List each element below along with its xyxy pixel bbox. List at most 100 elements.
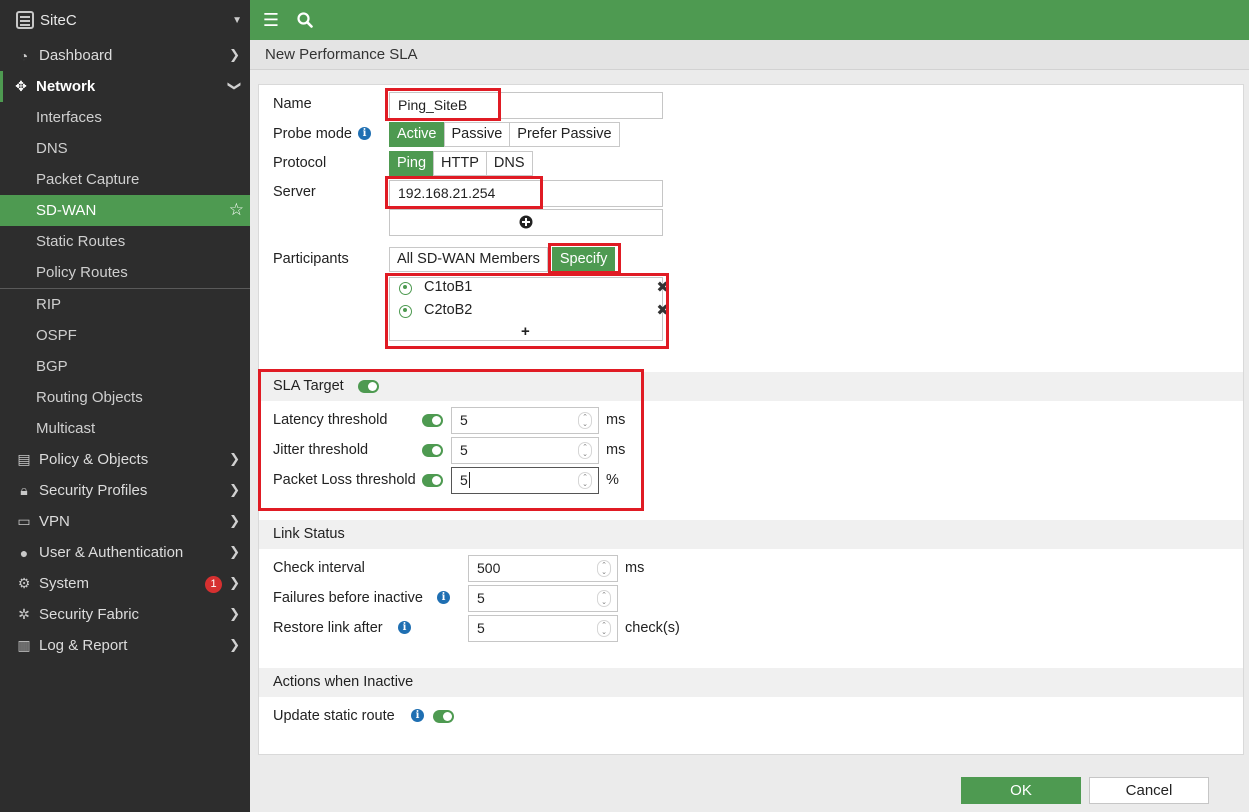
nav-label: User & Authentication xyxy=(39,544,184,561)
nav-label: Static Routes xyxy=(36,233,126,250)
nav-routing-objects[interactable]: Routing Objects xyxy=(0,382,250,413)
nav-dashboard[interactable]: ◔ Dashboard ❯ xyxy=(0,40,250,71)
nav-static-routes[interactable]: Static Routes xyxy=(0,226,250,257)
chevron-right-icon: ❯ xyxy=(229,47,240,62)
nav-rip[interactable]: RIP xyxy=(0,289,250,320)
page-title: New Performance SLA xyxy=(250,40,1249,70)
plus-circle-icon xyxy=(519,215,533,229)
nav-vpn[interactable]: ▭ VPN ❯ xyxy=(0,506,250,537)
device-icon xyxy=(16,11,34,29)
failures-value: 5 xyxy=(477,590,485,606)
nav-label: BGP xyxy=(36,358,68,375)
chevron-right-icon: ❯ xyxy=(229,637,240,652)
nav-label: DNS xyxy=(36,140,68,157)
nav-label: Network xyxy=(36,78,96,95)
nav-user-auth[interactable]: ● User & Authentication ❯ xyxy=(0,537,250,568)
nav-sd-wan[interactable]: SD-WAN ☆ xyxy=(0,195,250,226)
check-interval-input[interactable]: 500 ⌃ ⌄ xyxy=(468,555,618,582)
protocol-selector: Ping HTTP DNS xyxy=(389,151,533,176)
nav-policy-routes[interactable]: Policy Routes xyxy=(0,257,250,288)
info-icon[interactable]: i xyxy=(411,709,424,722)
probe-mode-active[interactable]: Active xyxy=(389,122,445,147)
search-icon[interactable] xyxy=(288,0,322,40)
participants-label: Participants xyxy=(273,251,349,267)
nav-bgp[interactable]: BGP xyxy=(0,351,250,382)
nav-dns[interactable]: DNS xyxy=(0,133,250,164)
nav-interfaces[interactable]: Interfaces xyxy=(0,102,250,133)
network-icon: ✥ xyxy=(15,78,27,94)
nav-system[interactable]: ⚙ System 1 ❯ xyxy=(0,568,250,599)
restore-input[interactable]: 5 ⌃ ⌄ xyxy=(468,615,618,642)
nav-label: Dashboard xyxy=(39,47,113,64)
link-status-header: Link Status xyxy=(259,520,1243,549)
caret-down-icon: ▼ xyxy=(232,14,242,26)
ok-button[interactable]: OK xyxy=(961,777,1081,804)
probe-mode-passive[interactable]: Passive xyxy=(443,122,511,147)
actions-header: Actions when Inactive xyxy=(259,668,1243,697)
nav-label: System xyxy=(39,575,90,592)
sidebar: SiteC ▼ ◔ Dashboard ❯ ✥ Network ❯ Interf… xyxy=(0,0,250,812)
failures-label: Failures before inactive xyxy=(273,590,423,606)
info-icon[interactable]: i xyxy=(398,621,411,634)
star-icon[interactable]: ☆ xyxy=(229,200,244,220)
nav-multicast[interactable]: Multicast xyxy=(0,413,250,444)
nav-label: Security Profiles xyxy=(39,482,148,499)
nav-label: Policy Routes xyxy=(36,264,128,281)
chevron-right-icon: ❯ xyxy=(229,451,240,466)
highlight-box xyxy=(548,243,621,274)
nav-security-fabric[interactable]: ✲ Security Fabric ❯ xyxy=(0,599,250,630)
nav-label: OSPF xyxy=(36,327,77,344)
restore-unit: check(s) xyxy=(625,620,680,636)
fabric-icon: ✲ xyxy=(18,606,30,622)
nav-ospf[interactable]: OSPF xyxy=(0,320,250,351)
nav-policy-objects[interactable]: ▤ Policy & Objects ❯ xyxy=(0,444,250,475)
chevron-right-icon: ❯ xyxy=(229,575,240,590)
chevron-right-icon: ❯ xyxy=(229,482,240,497)
user-icon: ● xyxy=(19,544,29,561)
policy-icon: ▤ xyxy=(17,451,31,467)
protocol-ping[interactable]: Ping xyxy=(389,151,435,176)
spinner-icon[interactable]: ⌃ ⌄ xyxy=(597,560,611,577)
chevron-right-icon: ❯ xyxy=(229,513,240,528)
gear-icon: ⚙ xyxy=(17,575,31,591)
probe-mode-label: Probe mode xyxy=(273,126,352,142)
spinner-icon[interactable]: ⌃ ⌄ xyxy=(597,590,611,607)
failures-input[interactable]: 5 ⌃ ⌄ xyxy=(468,585,618,612)
protocol-http[interactable]: HTTP xyxy=(433,151,487,176)
protocol-label: Protocol xyxy=(273,155,327,171)
update-route-toggle[interactable] xyxy=(433,710,454,723)
lock-icon: 🔒︎ xyxy=(20,482,28,498)
link-status-title: Link Status xyxy=(273,526,345,542)
device-selector[interactable]: SiteC ▼ xyxy=(0,0,250,40)
add-server-button[interactable] xyxy=(389,209,663,236)
info-icon[interactable]: i xyxy=(437,591,450,604)
laptop-icon: ▭ xyxy=(17,513,31,529)
nav-label: RIP xyxy=(36,296,62,313)
highlight-box xyxy=(258,369,644,511)
nav-network[interactable]: ✥ Network ❯ xyxy=(0,71,250,102)
device-name: SiteC xyxy=(40,11,77,29)
participants-all[interactable]: All SD-WAN Members xyxy=(389,247,548,272)
check-interval-value: 500 xyxy=(477,560,501,576)
check-interval-unit: ms xyxy=(625,560,645,576)
name-label: Name xyxy=(273,96,312,112)
notification-badge: 1 xyxy=(205,576,222,593)
cancel-button[interactable]: Cancel xyxy=(1089,777,1209,804)
dashboard-icon: ◔ xyxy=(19,47,29,64)
chevron-down-icon: ❯ xyxy=(227,80,243,92)
menu-icon[interactable]: ☰ xyxy=(254,0,288,40)
nav-security-profiles[interactable]: 🔒︎ Security Profiles ❯ xyxy=(0,475,250,506)
spinner-icon[interactable]: ⌃ ⌄ xyxy=(597,620,611,637)
protocol-dns[interactable]: DNS xyxy=(485,151,533,176)
probe-mode-prefer-passive[interactable]: Prefer Passive xyxy=(509,122,620,147)
nav-label: Packet Capture xyxy=(36,171,140,188)
info-icon[interactable]: i xyxy=(358,127,371,140)
nav-log-report[interactable]: ▥ Log & Report ❯ xyxy=(0,630,250,661)
nav-packet-capture[interactable]: Packet Capture xyxy=(0,164,250,195)
nav-label: Policy & Objects xyxy=(39,451,149,468)
probe-mode-selector: Active Passive Prefer Passive xyxy=(389,122,620,147)
highlight-box xyxy=(385,273,669,349)
chart-icon: ▥ xyxy=(17,637,31,653)
nav-label: SD-WAN xyxy=(36,202,97,219)
nav-label: Routing Objects xyxy=(36,389,143,406)
